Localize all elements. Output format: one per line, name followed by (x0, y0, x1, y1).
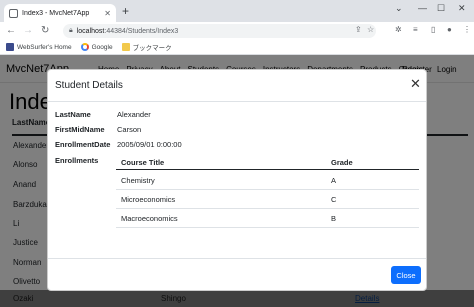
column-header-grade: Grade (331, 158, 353, 167)
modal-backdrop-bottom (0, 290, 474, 307)
menu-icon[interactable]: ⋮ (463, 25, 471, 34)
browser-tab[interactable]: Index3 - MvcNet7App ✕ (4, 4, 116, 22)
field-label-enrollments: Enrollments (55, 156, 99, 165)
minimize-icon[interactable]: — (418, 3, 427, 13)
close-button[interactable]: Close (391, 266, 421, 284)
websurfer-icon (6, 43, 14, 51)
table-header-divider (116, 169, 419, 170)
grade-cell: A (331, 176, 337, 185)
modal-footer: Close (48, 258, 426, 291)
lock-icon[interactable]: 🔒︎ (69, 27, 73, 35)
student-details-modal: Student Details ✕ LastName Alexander Fir… (47, 69, 427, 291)
column-header-course-title: Course Title (121, 158, 165, 167)
bookmark-label: ブックマーク (132, 45, 172, 52)
close-icon[interactable]: ✕ (410, 77, 421, 91)
bookmark-folder[interactable]: ブックマーク (121, 42, 172, 52)
share-icon[interactable]: ⇪ (355, 25, 362, 34)
star-icon[interactable]: ☆ (367, 25, 374, 34)
course-title-cell: Microeconomics (121, 195, 176, 204)
address-bar[interactable]: 🔒︎ localhost:44384/Students/Index3 (63, 24, 376, 38)
modal-header: Student Details ✕ (48, 70, 426, 102)
field-value-lastname: Alexander (117, 110, 151, 119)
bookmarks-bar: WebSurfer's Home Google ブックマーク (0, 40, 474, 55)
sidepanel-icon[interactable]: ▯ (431, 25, 435, 34)
field-value-firstmidname: Carson (117, 125, 142, 134)
field-label-enrollmentdate: EnrollmentDate (55, 140, 111, 149)
playlist-icon[interactable]: ≡ (413, 25, 418, 34)
course-title-cell: Macroeconomics (121, 214, 178, 223)
field-value-enrollmentdate: 2005/09/01 0:00:00 (117, 140, 182, 149)
modal-title: Student Details (55, 80, 123, 91)
extensions-icon[interactable]: ✲ (395, 25, 402, 34)
google-icon (80, 43, 89, 51)
close-icon[interactable]: ✕ (458, 3, 466, 14)
maximize-icon[interactable]: ☐ (437, 3, 445, 14)
course-title-cell: Chemistry (121, 176, 155, 185)
bookmark-label: WebSurfer's Home (17, 43, 72, 51)
url-host: localhost (76, 27, 105, 35)
back-icon[interactable]: ← (6, 25, 16, 36)
tab-title: Index3 - MvcNet7App (22, 9, 90, 17)
chevron-down-icon[interactable]: ⌄ (395, 3, 403, 14)
grade-cell: B (331, 214, 337, 223)
reload-icon[interactable]: ↻ (41, 25, 49, 36)
page-icon (9, 8, 18, 18)
new-tab-icon[interactable]: + (122, 5, 129, 17)
table-row: Macroeconomics B (116, 209, 419, 228)
bookmark-google[interactable]: Google (80, 43, 113, 51)
field-label-lastname: LastName (55, 110, 91, 119)
bookmark-websurfer[interactable]: WebSurfer's Home (6, 43, 72, 51)
table-row: Chemistry A (116, 171, 419, 190)
browser-tabstrip: Index3 - MvcNet7App ✕ + ⌄ — ☐ ✕ (0, 0, 474, 22)
address-bar-row: ← → ↻ 🔒︎ localhost:44384/Students/Index3… (0, 22, 474, 40)
bookmark-label: Google (91, 43, 113, 51)
table-row: Microeconomics C (116, 190, 419, 209)
folder-icon (121, 43, 130, 51)
grade-cell: C (331, 195, 337, 204)
profile-icon[interactable]: ● (447, 25, 452, 34)
close-icon[interactable]: ✕ (104, 9, 111, 18)
url-path: :44384/Students/Index3 (104, 27, 179, 35)
field-label-firstmidname: FirstMidName (55, 125, 105, 134)
forward-icon[interactable]: → (23, 25, 33, 36)
